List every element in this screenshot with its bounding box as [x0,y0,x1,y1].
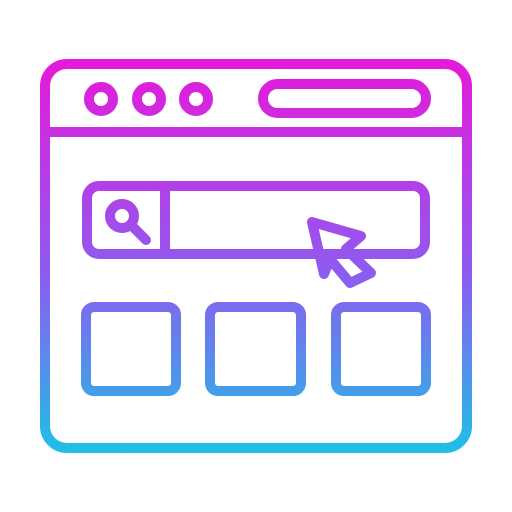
content-tile-2 [205,302,306,396]
address-bar [258,79,431,118]
browser-search-window-icon [0,0,512,512]
search-icon [105,199,151,245]
window-dot-1 [84,82,118,116]
window-dot-3 [179,82,213,116]
browser-window-illustration [40,59,472,453]
content-tile-3 [331,302,431,396]
content-tile-1 [81,302,181,396]
window-dot-2 [132,82,166,116]
